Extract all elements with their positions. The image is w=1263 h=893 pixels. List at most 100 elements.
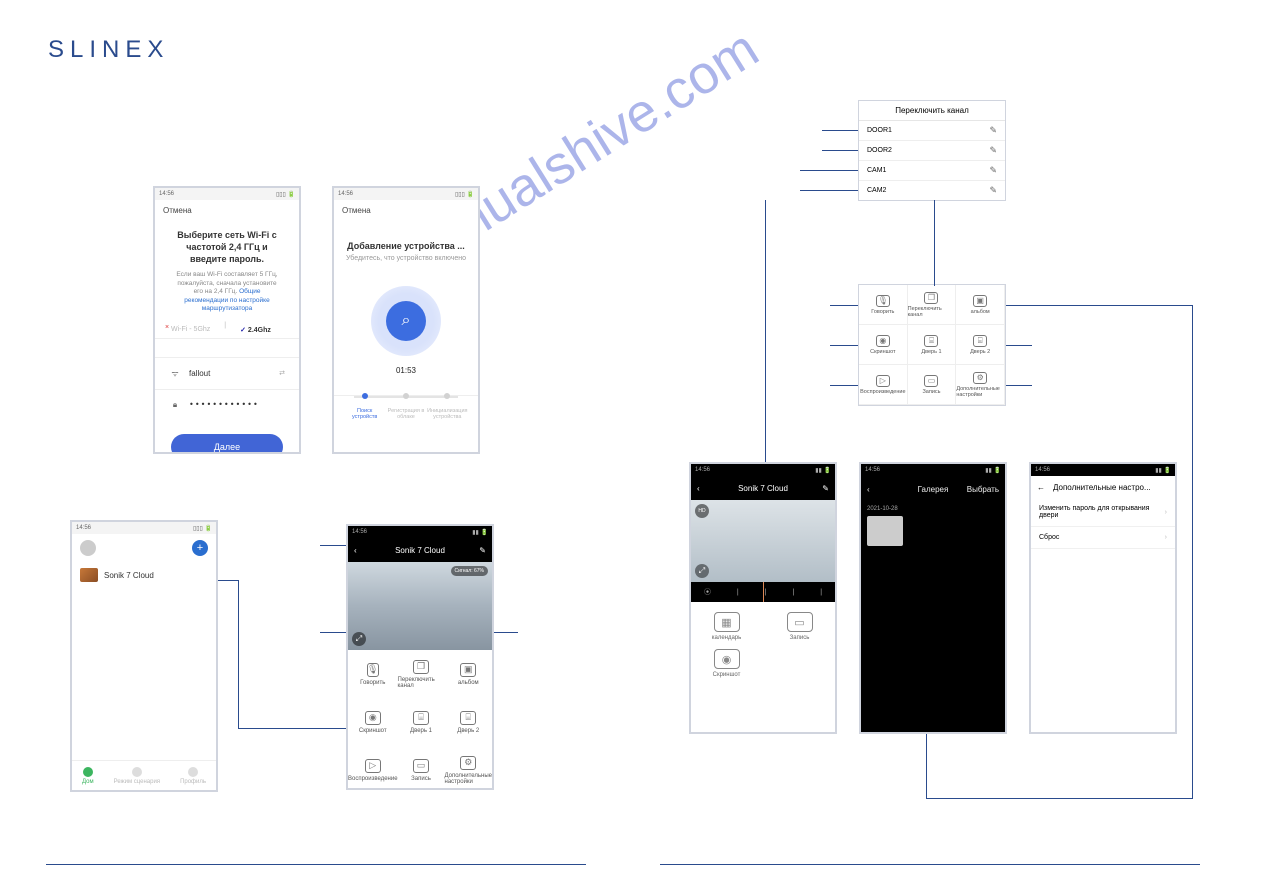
btn-door1[interactable]: ⌸Дверь 1 — [398, 698, 445, 746]
btn-record[interactable]: ▭Запись — [770, 612, 829, 641]
btn-talk[interactable]: 🎙︎Говорить — [859, 285, 908, 325]
screen-playback: 14:56▮▮ 🔋 ‹ Sonik 7 Cloud ✎ HD ⤢ ⦿|||| ▦ка… — [689, 462, 837, 734]
back-icon[interactable]: ‹ — [697, 484, 700, 493]
step-init: Инициализация устройства — [427, 396, 468, 420]
brand-logo: SLINEX — [48, 36, 169, 64]
select-button[interactable]: Выбрать — [967, 485, 999, 494]
connector — [926, 734, 927, 799]
nav-profile[interactable]: Профиль — [180, 761, 206, 790]
device-item[interactable]: Sonik 7 Cloud — [72, 562, 216, 588]
nav-home[interactable]: Дом — [82, 761, 94, 790]
play-pause-icon[interactable]: ⦿ — [704, 587, 711, 597]
edit-icon[interactable]: ✎ — [989, 125, 997, 136]
btn-record[interactable]: ▭Запись — [908, 365, 957, 405]
fullscreen-icon[interactable]: ⤢ — [695, 564, 709, 578]
btn-more-settings[interactable]: ⚙︎Дополнительные настройки — [956, 365, 1005, 405]
chevron-right-icon: › — [1165, 509, 1167, 516]
fullscreen-icon[interactable]: ⤢ — [352, 632, 366, 646]
connector — [320, 632, 346, 633]
wifi-title: Выберите сеть Wi-Fi с частотой 2,4 ГГц и… — [155, 217, 299, 271]
status-bar: 14:56▮▮ 🔋 — [691, 464, 835, 476]
panel-title: Переключить канал — [859, 101, 1005, 121]
gallery-thumbnail[interactable] — [867, 516, 903, 546]
edit-icon[interactable]: ✎ — [822, 484, 829, 493]
connector — [830, 385, 858, 386]
wifi-name[interactable]: fallout — [189, 369, 271, 378]
tab-24ghz[interactable]: ✓ 2.4Ghz — [240, 322, 271, 338]
search-icon: ⌕ — [386, 301, 426, 341]
btn-door2[interactable]: ⌸Дверь 2 — [956, 325, 1005, 365]
step-search: Поиск устройств — [344, 396, 385, 420]
connector — [1006, 305, 1032, 306]
next-button[interactable]: Далее — [171, 434, 283, 454]
connector — [800, 170, 858, 171]
opt-change-password[interactable]: Изменить пароль для открывания двери› — [1031, 498, 1175, 527]
channel-row[interactable]: CAM1✎ — [859, 161, 1005, 181]
status-bar: 14:56▮▮ 🔋 — [861, 464, 1005, 476]
btn-talk[interactable]: 🎙︎Говорить — [348, 650, 398, 698]
signal-badge: Сигнал: 67% — [451, 566, 488, 576]
chevron-right-icon: › — [1165, 534, 1167, 541]
back-icon[interactable]: ‹ — [867, 485, 870, 494]
btn-door2[interactable]: ⌸Дверь 2 — [445, 698, 493, 746]
connector — [1032, 305, 1192, 306]
channel-row[interactable]: CAM2✎ — [859, 181, 1005, 200]
btn-calendar[interactable]: ▦календарь — [697, 612, 756, 641]
playback-title: Sonik 7 Cloud — [738, 484, 788, 493]
settings-title: Дополнительные настро... — [1031, 483, 1151, 492]
panel-button-grid: 🎙︎Говорить ❐Переключить канал ▣альбом ◉С… — [858, 284, 1006, 406]
channel-row[interactable]: DOOR2✎ — [859, 141, 1005, 161]
live-title: Sonik 7 Cloud — [395, 546, 445, 555]
screen-device-list: 14:56▯▯▯ 🔋 + Sonik 7 Cloud Дом Режим сце… — [70, 520, 218, 792]
back-icon[interactable]: ← — [1037, 483, 1045, 492]
page-separator — [46, 864, 586, 865]
connector — [494, 632, 518, 633]
btn-record[interactable]: ▭Запись — [398, 746, 445, 790]
connector — [320, 545, 346, 546]
video-feed[interactable]: Сигнал: 67% ⤢ — [348, 562, 492, 650]
btn-switch-channel[interactable]: ❐Переключить канал — [398, 650, 445, 698]
connector — [830, 345, 858, 346]
connector — [800, 190, 858, 191]
wifi-password[interactable]: •••••••••••• — [189, 400, 285, 409]
back-icon[interactable]: ‹ — [354, 546, 357, 555]
btn-album[interactable]: ▣альбом — [445, 650, 493, 698]
btn-screenshot[interactable]: ◉Скриншот — [859, 325, 908, 365]
connector — [830, 305, 858, 306]
add-device-button[interactable]: + — [192, 540, 208, 556]
channel-row[interactable]: DOOR1✎ — [859, 121, 1005, 141]
connector — [926, 798, 1192, 799]
panel-switch-channel: Переключить канал DOOR1✎ DOOR2✎ CAM1✎ CA… — [858, 100, 1006, 201]
status-bar: 14:56▯▯▯ 🔋 — [155, 188, 299, 200]
adding-title: Добавление устройства ... — [334, 217, 478, 255]
btn-more-settings[interactable]: ⚙︎Дополнительные настройки — [445, 746, 493, 790]
connector — [1006, 385, 1032, 386]
btn-screenshot[interactable]: ◉Скриншот — [348, 698, 398, 746]
edit-icon[interactable]: ✎ — [989, 165, 997, 176]
screen-additional-settings: 14:56▮▮ 🔋 ←Дополнительные настро... Изме… — [1029, 462, 1177, 734]
cancel-button[interactable]: Отмена — [334, 200, 478, 217]
search-spinner: ⌕ — [371, 286, 441, 356]
video-feed[interactable]: HD ⤢ — [691, 500, 835, 582]
opt-reset[interactable]: Сброс› — [1031, 527, 1175, 549]
edit-icon[interactable]: ✎ — [479, 546, 486, 555]
status-bar: 14:56▯▯▯ 🔋 — [72, 522, 216, 534]
edit-icon[interactable]: ✎ — [989, 185, 997, 196]
btn-switch-channel[interactable]: ❐Переключить канал — [908, 285, 957, 325]
btn-door1[interactable]: ⌸Дверь 1 — [908, 325, 957, 365]
screen-adding-device: 14:56▯▯▯ 🔋 Отмена Добавление устройства … — [332, 186, 480, 454]
connector — [822, 150, 858, 151]
btn-playback[interactable]: ▷Воспроизведение — [859, 365, 908, 405]
hd-badge[interactable]: HD — [695, 504, 709, 518]
edit-icon[interactable]: ✎ — [989, 145, 997, 156]
wifi-icon: ᯤ — [169, 368, 181, 379]
avatar-icon[interactable] — [80, 540, 96, 556]
timeline[interactable]: ⦿|||| — [691, 582, 835, 602]
tab-5ghz[interactable]: Wi-Fi - 5Ghz — [171, 326, 210, 333]
countdown-timer: 01:53 — [334, 366, 478, 375]
btn-playback[interactable]: ▷Воспроизведение — [348, 746, 398, 790]
cancel-button[interactable]: Отмена — [155, 200, 299, 217]
btn-album[interactable]: ▣альбом — [956, 285, 1005, 325]
nav-scene[interactable]: Режим сценария — [114, 761, 160, 790]
btn-screenshot[interactable]: ◉Скриншот — [697, 649, 756, 678]
